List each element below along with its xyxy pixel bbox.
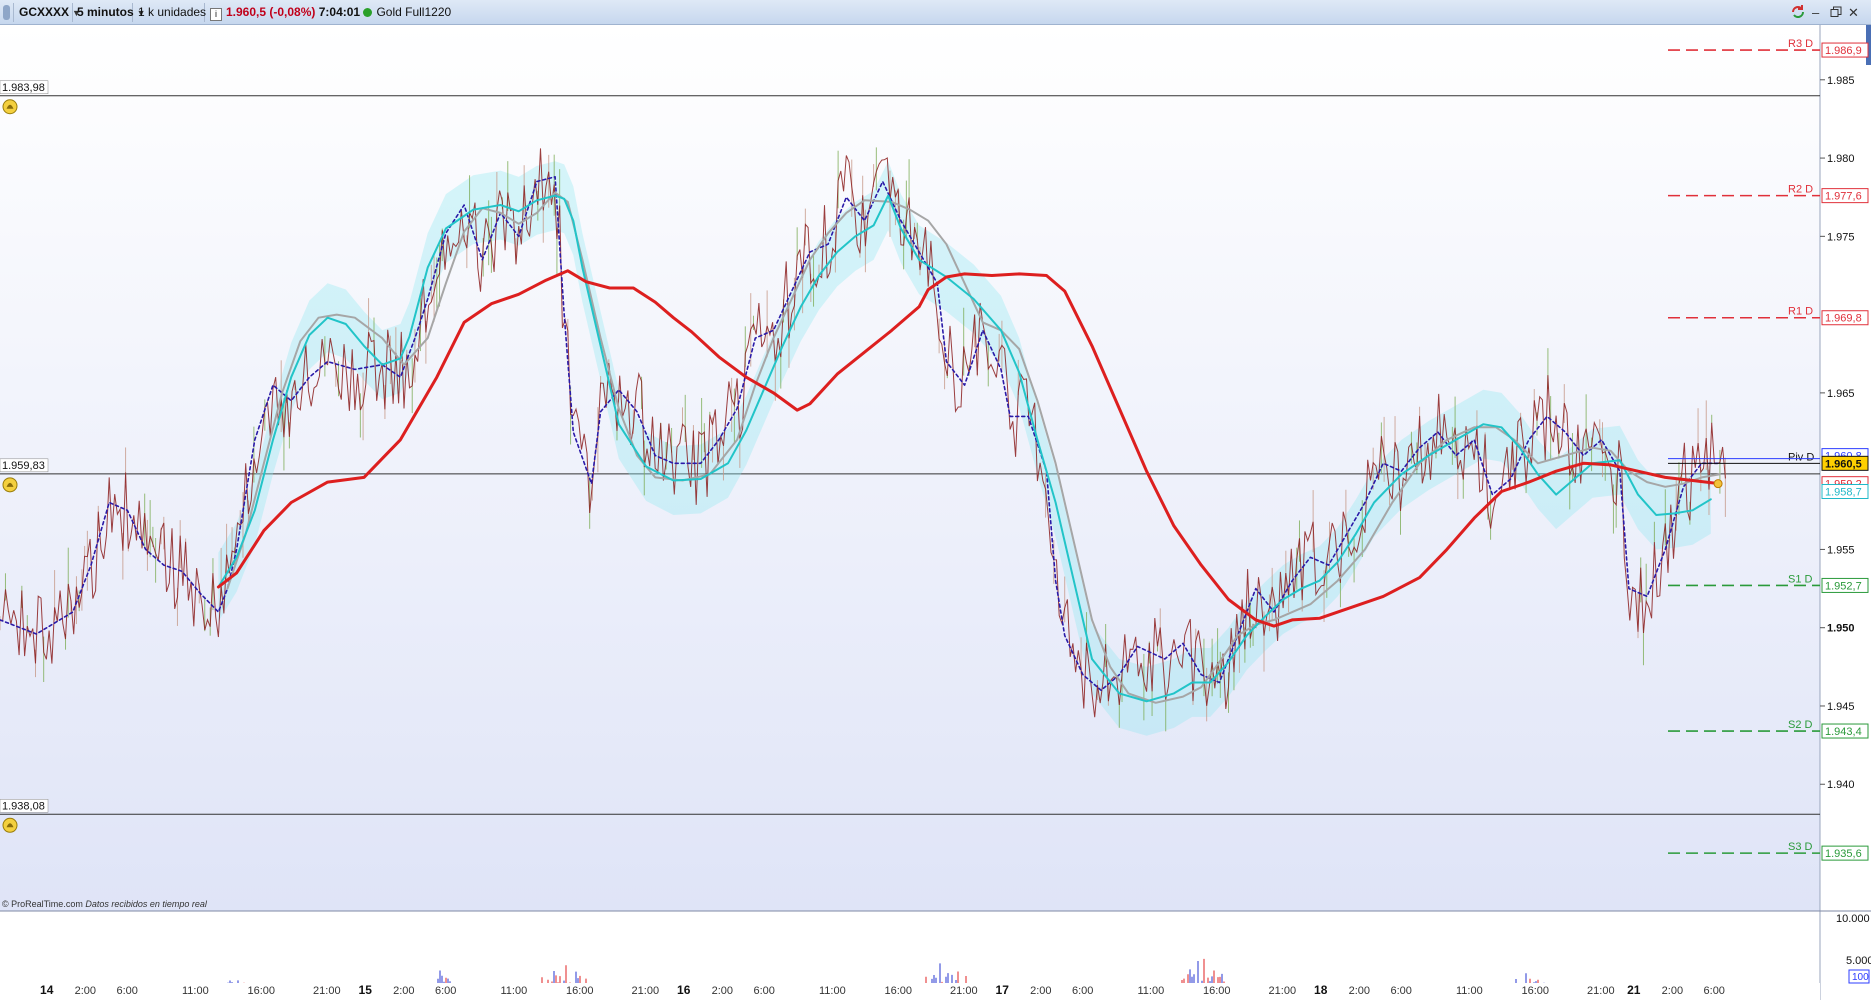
x-hour-label: 6:00 [1072,985,1093,997]
pivot-name: S3 D [1788,841,1813,853]
x-hour-label: 6:00 [116,985,137,997]
x-hour-label: 21:00 [632,985,660,997]
close-icon[interactable]: ✕ [1848,3,1859,22]
chart-toolbar: GCXXXX▼ 5 minutos▼ 1 k unidades▼ i 1.960,… [0,0,1871,25]
y-tick-label: 1.945 [1827,701,1855,713]
x-day-label: 14 [40,983,54,997]
pivot-name: R1 D [1788,306,1813,318]
refresh-icon[interactable] [1790,3,1806,22]
live-status-icon [363,8,373,17]
timeframe-label: 5 minutos [77,5,134,19]
last-price: 1.960,5 (-0,08%) [226,5,316,19]
pivot-value-label: 1.969,8 [1825,313,1862,325]
level-label: 1.983,98 [2,82,45,94]
y-tick-label: 1.955 [1827,544,1855,556]
pivot-value-label: 1.935,6 [1825,848,1862,860]
volume-tick-5000: 5.000 [1846,955,1871,967]
x-hour-label: 6:00 [1704,985,1725,997]
x-hour-label: 2:00 [712,985,733,997]
pivot-name: Piv D [1788,451,1814,463]
alert-bell-icon [2,99,18,115]
minimize-icon[interactable]: – [1812,3,1819,22]
x-hour-label: 16:00 [248,985,276,997]
instrument-label: GCXXXX [19,5,70,19]
units-label: 1 k unidades [138,5,207,19]
volume-tick-10000: 10.000 [1836,913,1870,925]
pivot-name: S2 D [1788,719,1813,731]
quote-bar: i 1.960,5 (-0,08%) 7:04:01 Gold Full1220 [206,3,451,22]
x-hour-label: 2:00 [1662,985,1683,997]
x-hour-label: 2:00 [393,985,414,997]
level-label: 1.959,83 [2,460,45,472]
x-hour-label: 6:00 [1390,985,1411,997]
x-hour-label: 11:00 [1456,985,1483,997]
chart-credit-note: Datos recibidos en tiempo real [85,899,208,909]
x-hour-label: 16:00 [885,985,913,997]
x-hour-label: 21:00 [1587,985,1615,997]
x-day-label: 17 [996,983,1010,997]
info-icon[interactable]: i [210,8,222,21]
alert-bell-icon [2,477,18,493]
x-hour-label: 21:00 [313,985,341,997]
quote-time: 7:04:01 [318,5,361,19]
x-hour-label: 2:00 [1349,985,1370,997]
pivot-value-label: 1.977,6 [1825,191,1862,203]
level-label: 1.938,08 [2,800,45,812]
x-hour-label: 11:00 [1138,985,1165,997]
x-hour-label: 11:00 [501,985,528,997]
x-hour-label: 2:00 [1030,985,1051,997]
restore-icon[interactable] [1830,3,1842,22]
x-hour-label: 21:00 [950,985,978,997]
x-hour-label: 16:00 [1203,985,1231,997]
price-tag-label: 1.960,5 [1825,458,1862,470]
y-tick-label: 1.980 [1827,153,1855,165]
volume-value-label: 100 [1852,972,1869,983]
pivot-value-label: 1.943,4 [1825,726,1862,738]
y-tick-label: 1.985 [1827,75,1855,87]
pivot-name: S1 D [1788,573,1813,585]
price-chart[interactable]: 1.983,98 1.959,83 1.938,08 R3 D 1.986,9 R2 D… [0,25,1871,1000]
x-day-label: 16 [677,983,691,997]
feed-name: Gold Full1220 [376,5,452,19]
x-hour-label: 2:00 [75,985,96,997]
pivot-name: R3 D [1788,38,1813,50]
instrument-selector[interactable]: GCXXXX ▼ [15,3,81,22]
x-hour-label: 21:00 [1269,985,1297,997]
last-price-marker [1713,479,1723,489]
x-hour-label: 11:00 [819,985,846,997]
pivot-name: R2 D [1788,184,1813,196]
y-tick-label: 1.965 [1827,388,1855,400]
y-tick-label: 1.975 [1827,231,1855,243]
timeframe-selector[interactable]: 5 minutos ▼ [73,3,146,22]
y-tick-label: 1.940 [1827,779,1855,791]
y-tick-label: 1.950 [1827,623,1855,635]
x-hour-label: 11:00 [182,985,209,997]
x-hour-label: 16:00 [566,985,594,997]
pivot-value-label: 1.986,9 [1825,45,1862,57]
x-hour-label: 6:00 [753,985,774,997]
x-day-label: 15 [359,983,373,997]
x-hour-label: 6:00 [435,985,456,997]
chart-credit: © ProRealTime.com Datos recibidos en tie… [2,899,208,909]
x-day-label: 21 [1627,983,1641,997]
price-tag-label: 1.958,7 [1825,487,1862,499]
units-selector[interactable]: 1 k unidades▼ [134,3,218,22]
drag-handle-icon[interactable] [0,3,14,22]
alert-bell-icon [2,817,18,833]
x-day-label: 18 [1314,983,1328,997]
pivot-value-label: 1.952,7 [1825,580,1862,592]
x-hour-label: 16:00 [1522,985,1550,997]
